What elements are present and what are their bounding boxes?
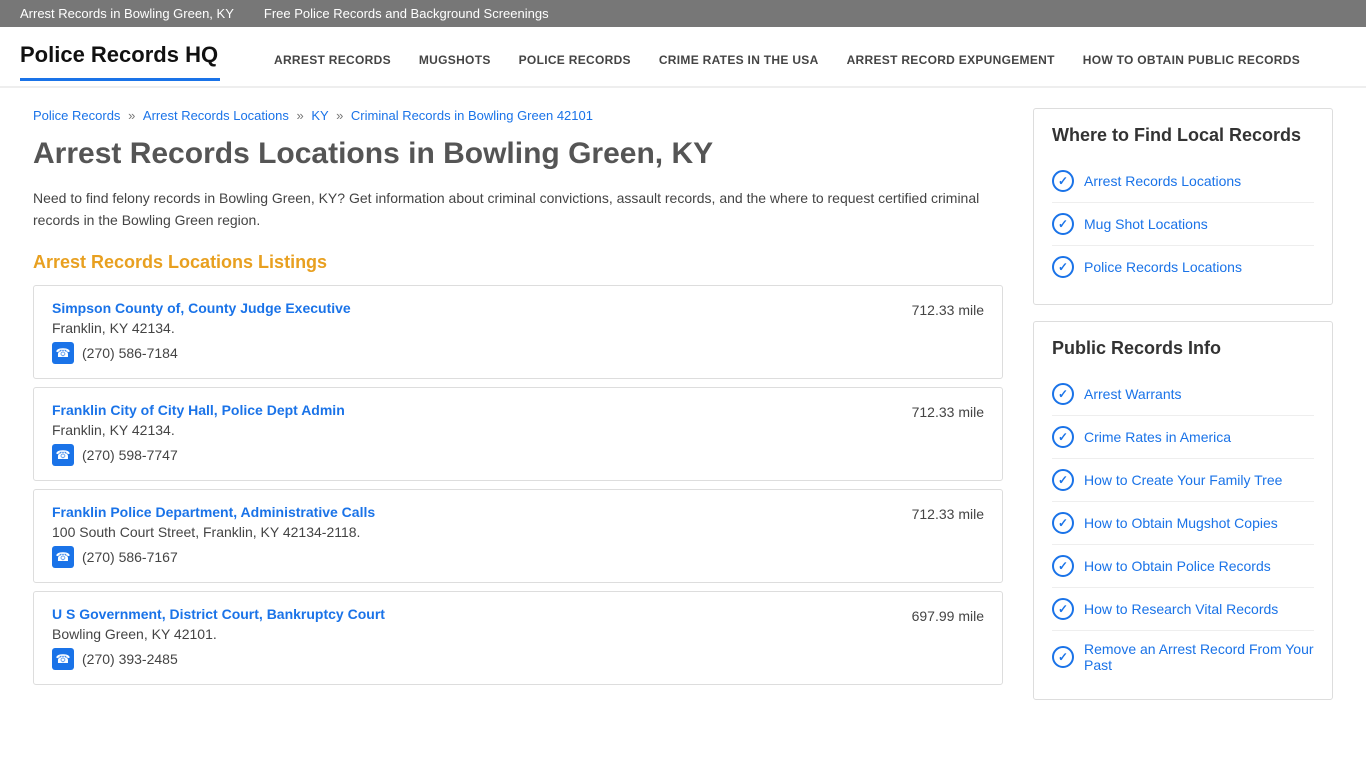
listing-phone-1: ☎ (270) 598-7747 (52, 444, 892, 466)
top-bar: Arrest Records in Bowling Green, KY Free… (0, 0, 1366, 27)
listing-distance-1: 712.33 mile (912, 402, 984, 420)
listing-distance-0: 712.33 mile (912, 300, 984, 318)
listing-card-1: Franklin City of City Hall, Police Dept … (33, 387, 1003, 481)
header: Police Records HQ ARREST RECORDS MUGSHOT… (0, 27, 1366, 88)
sidebar-link-police-records[interactable]: ✓ Police Records Locations (1052, 246, 1314, 288)
phone-number-2: (270) 586-7167 (82, 549, 178, 565)
phone-number-3: (270) 393-2485 (82, 651, 178, 667)
breadcrumb-police-records[interactable]: Police Records (33, 108, 120, 123)
sidebar-link-arrest-locations[interactable]: ✓ Arrest Records Locations (1052, 160, 1314, 203)
sidebar-link-label-remove-record: Remove an Arrest Record From Your Past (1084, 641, 1314, 673)
topbar-link-1[interactable]: Arrest Records in Bowling Green, KY (20, 6, 234, 21)
listing-info-2: Franklin Police Department, Administrati… (52, 504, 892, 568)
check-icon-3: ✓ (1052, 256, 1074, 278)
phone-icon-0: ☎ (52, 342, 74, 364)
breadcrumb-sep-3: » (336, 108, 347, 123)
listing-name-0: Simpson County of, County Judge Executiv… (52, 300, 892, 316)
nav-police-records[interactable]: POLICE RECORDS (505, 37, 645, 86)
nav-expungement[interactable]: ARREST RECORD EXPUNGEMENT (833, 37, 1069, 86)
logo[interactable]: Police Records HQ (20, 42, 220, 81)
listing-phone-3: ☎ (270) 393-2485 (52, 648, 892, 670)
main-container: Police Records » Arrest Records Location… (13, 88, 1353, 756)
listing-address-2: 100 South Court Street, Franklin, KY 421… (52, 524, 892, 540)
listing-address-3: Bowling Green, KY 42101. (52, 626, 892, 642)
sidebar-link-label-mugshot-copies: How to Obtain Mugshot Copies (1084, 515, 1278, 531)
listing-distance-3: 697.99 mile (912, 606, 984, 624)
listing-phone-0: ☎ (270) 586-7184 (52, 342, 892, 364)
listing-address-0: Franklin, KY 42134. (52, 320, 892, 336)
nav-crime-rates[interactable]: CRIME RATES IN THE USA (645, 37, 833, 86)
topbar-link-2[interactable]: Free Police Records and Background Scree… (264, 6, 549, 21)
sidebar-link-obtain-police[interactable]: ✓ How to Obtain Police Records (1052, 545, 1314, 588)
sidebar-link-family-tree[interactable]: ✓ How to Create Your Family Tree (1052, 459, 1314, 502)
nav-public-records[interactable]: HOW TO OBTAIN PUBLIC RECORDS (1069, 37, 1314, 86)
sidebar-local-title: Where to Find Local Records (1052, 125, 1314, 146)
listing-phone-2: ☎ (270) 586-7167 (52, 546, 892, 568)
phone-icon-1: ☎ (52, 444, 74, 466)
phone-number-0: (270) 586-7184 (82, 345, 178, 361)
listing-address-1: Franklin, KY 42134. (52, 422, 892, 438)
listing-name-2: Franklin Police Department, Administrati… (52, 504, 892, 520)
page-title: Arrest Records Locations in Bowling Gree… (33, 137, 1003, 171)
sidebar-link-label-obtain-police: How to Obtain Police Records (1084, 558, 1271, 574)
sidebar-link-warrants[interactable]: ✓ Arrest Warrants (1052, 373, 1314, 416)
sidebar-link-mug-shot[interactable]: ✓ Mug Shot Locations (1052, 203, 1314, 246)
check-icon-9: ✓ (1052, 598, 1074, 620)
check-icon-10: ✓ (1052, 646, 1074, 668)
check-icon-6: ✓ (1052, 469, 1074, 491)
listing-info-3: U S Government, District Court, Bankrupt… (52, 606, 892, 670)
sidebar-public-records: Public Records Info ✓ Arrest Warrants ✓ … (1033, 321, 1333, 700)
sidebar: Where to Find Local Records ✓ Arrest Rec… (1033, 108, 1333, 716)
sidebar-link-vital-records[interactable]: ✓ How to Research Vital Records (1052, 588, 1314, 631)
check-icon-4: ✓ (1052, 383, 1074, 405)
listing-card-2: Franklin Police Department, Administrati… (33, 489, 1003, 583)
sidebar-link-mugshot-copies[interactable]: ✓ How to Obtain Mugshot Copies (1052, 502, 1314, 545)
sidebar-link-label-police-records: Police Records Locations (1084, 259, 1242, 275)
sidebar-link-label-crime-rates: Crime Rates in America (1084, 429, 1231, 445)
listing-name-1: Franklin City of City Hall, Police Dept … (52, 402, 892, 418)
sidebar-link-label-warrants: Arrest Warrants (1084, 386, 1182, 402)
listing-name-3: U S Government, District Court, Bankrupt… (52, 606, 892, 622)
sidebar-public-title: Public Records Info (1052, 338, 1314, 359)
breadcrumb-sep-2: » (296, 108, 307, 123)
sidebar-link-remove-record[interactable]: ✓ Remove an Arrest Record From Your Past (1052, 631, 1314, 683)
sidebar-link-label-mug-shot: Mug Shot Locations (1084, 216, 1208, 232)
breadcrumb: Police Records » Arrest Records Location… (33, 108, 1003, 123)
phone-icon-2: ☎ (52, 546, 74, 568)
breadcrumb-sep-1: » (128, 108, 139, 123)
listing-info-0: Simpson County of, County Judge Executiv… (52, 300, 892, 364)
listing-card-0: Simpson County of, County Judge Executiv… (33, 285, 1003, 379)
intro-text: Need to find felony records in Bowling G… (33, 187, 1003, 232)
main-nav: ARREST RECORDS MUGSHOTS POLICE RECORDS C… (260, 37, 1314, 86)
content-area: Police Records » Arrest Records Location… (33, 108, 1003, 716)
listing-card-3: U S Government, District Court, Bankrupt… (33, 591, 1003, 685)
sidebar-link-label-vital-records: How to Research Vital Records (1084, 601, 1278, 617)
check-icon-7: ✓ (1052, 512, 1074, 534)
phone-number-1: (270) 598-7747 (82, 447, 178, 463)
check-icon-1: ✓ (1052, 170, 1074, 192)
sidebar-link-label-family-tree: How to Create Your Family Tree (1084, 472, 1282, 488)
phone-icon-3: ☎ (52, 648, 74, 670)
check-icon-5: ✓ (1052, 426, 1074, 448)
listing-distance-2: 712.33 mile (912, 504, 984, 522)
check-icon-8: ✓ (1052, 555, 1074, 577)
breadcrumb-arrest-locations[interactable]: Arrest Records Locations (143, 108, 289, 123)
breadcrumb-criminal-records[interactable]: Criminal Records in Bowling Green 42101 (351, 108, 593, 123)
nav-arrest-records[interactable]: ARREST RECORDS (260, 37, 405, 86)
sidebar-local-records: Where to Find Local Records ✓ Arrest Rec… (1033, 108, 1333, 305)
listings-heading: Arrest Records Locations Listings (33, 252, 1003, 273)
nav-mugshots[interactable]: MUGSHOTS (405, 37, 505, 86)
sidebar-link-crime-rates[interactable]: ✓ Crime Rates in America (1052, 416, 1314, 459)
listing-info-1: Franklin City of City Hall, Police Dept … (52, 402, 892, 466)
breadcrumb-ky[interactable]: KY (311, 108, 328, 123)
sidebar-link-label-arrest-locations: Arrest Records Locations (1084, 173, 1241, 189)
check-icon-2: ✓ (1052, 213, 1074, 235)
